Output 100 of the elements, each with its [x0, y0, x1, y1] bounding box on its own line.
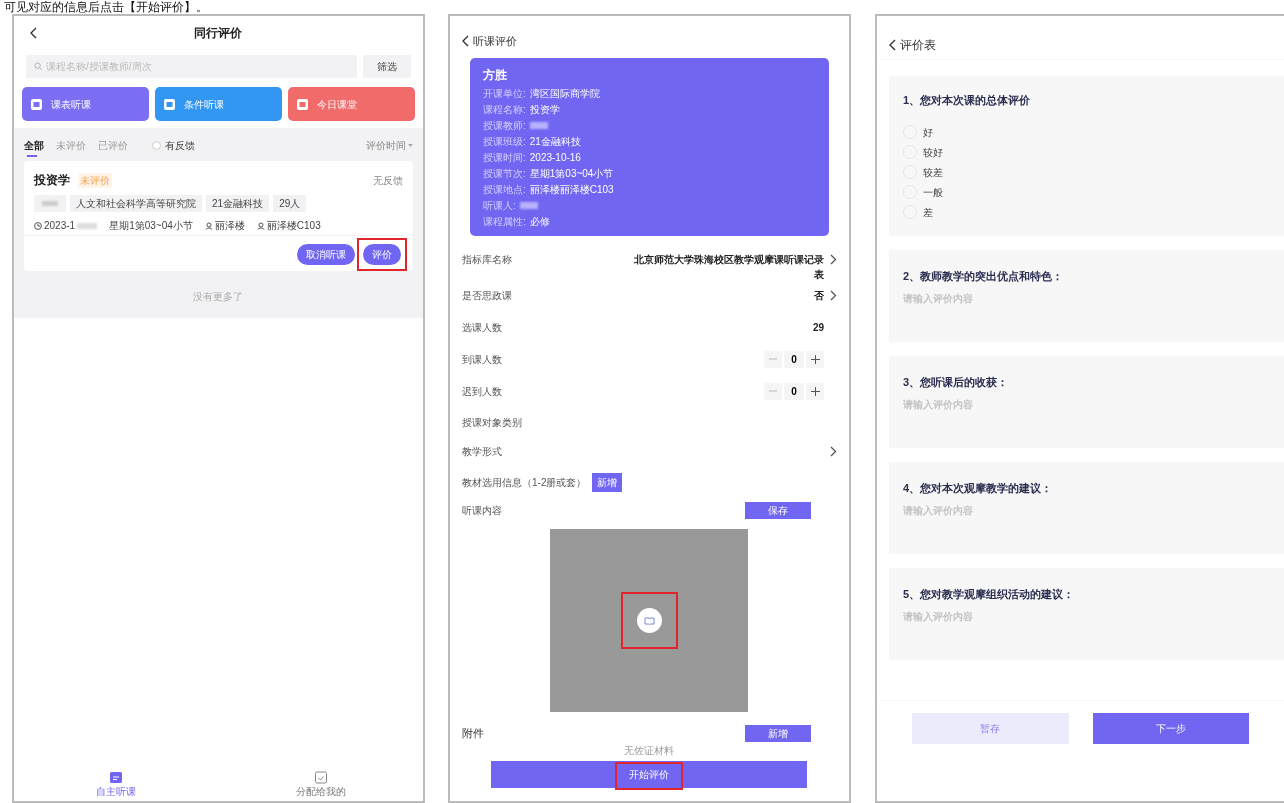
question-title: 4、您对本次观摩教学的建议： [903, 481, 1054, 496]
course-period: 星期1第03~04小节 [109, 219, 193, 233]
info-value: 湾区国际商学院 [529, 87, 600, 101]
info-value: 2023-10-16 [529, 151, 581, 165]
row-label: 教材选用信息（1-2册或套） [462, 475, 587, 490]
screen-title: 听课评价 [473, 33, 517, 49]
clipboard-icon [109, 770, 124, 784]
back-icon[interactable] [889, 38, 896, 51]
info-label: 课程名称: [483, 103, 526, 117]
info-value: 投资学 [529, 103, 560, 117]
save-button[interactable]: 保存 [745, 501, 811, 519]
screen-title: 评价表 [900, 36, 936, 54]
info-value: 必修 [529, 215, 550, 229]
no-more-text: 没有更多了 [192, 290, 245, 304]
info-label: 授课教师: [483, 119, 526, 133]
info-label: 听课人: [483, 199, 516, 213]
info-label: 授课节次: [483, 167, 526, 181]
book-icon-button[interactable] [637, 608, 662, 633]
row-label: 选课人数 [462, 321, 502, 335]
info-value: 丽泽楼丽泽楼C103 [529, 183, 614, 197]
back-icon[interactable] [462, 35, 469, 47]
course-card[interactable]: 投资学 未评价 无反馈 人文和社会科学高等研究院 21金融科技 29人 2023-1 星期1第03~04小节 丽泽楼 丽泽楼C103 取消听课 评价 [24, 161, 413, 271]
radio-option[interactable]: 较差 [903, 164, 1270, 180]
info-tag: 21金融科技 [206, 195, 270, 212]
quick-action-button[interactable]: 课表听课 [22, 87, 149, 121]
course-date: 2023-1 [44, 219, 76, 233]
row-item[interactable]: 指标库名称 北京师范大学珠海校区教学观摩课听课记录表 [450, 246, 849, 282]
save-draft-button[interactable]: 暂存 [912, 713, 1069, 744]
row-item[interactable]: 是否思政课 否 [450, 282, 849, 312]
course-title: 投资学 [34, 172, 70, 189]
info-tag: 29人 [273, 195, 307, 212]
row-value: 29 [812, 321, 824, 335]
screen-title: 同行评价 [194, 24, 243, 42]
question-title: 2、教师教学的突出优点和特色： [903, 269, 1065, 284]
info-label: 授课班级: [483, 135, 526, 149]
radio-option[interactable]: 差 [903, 204, 1270, 220]
info-label: 授课时间: [483, 151, 526, 165]
row-label: 是否思政课 [462, 289, 512, 303]
bottom-nav-tab[interactable]: 分配给我的 [218, 770, 423, 799]
info-label: 授课地点: [483, 183, 526, 197]
row-label: 教学形式 [462, 445, 502, 459]
row-label: 到课人数 [462, 352, 502, 367]
empty-text: 无佐证材料 [623, 744, 676, 758]
room-label: 丽泽楼C103 [266, 219, 321, 233]
row-label: 授课对象类别 [462, 416, 522, 430]
info-value: 星期1第03~04小节 [529, 167, 614, 181]
row-label: 听课内容 [462, 503, 502, 518]
info-tag: 人文和社会科学高等研究院 [70, 195, 202, 212]
building-label: 丽泽楼 [214, 219, 245, 233]
book-icon [644, 616, 655, 625]
plus-icon [810, 386, 820, 396]
calendar-icon [30, 97, 43, 111]
status-badge: 未评价 [78, 172, 112, 188]
quick-action-button[interactable]: 今日课堂 [288, 87, 415, 121]
person-icon [256, 221, 265, 230]
add-button[interactable]: 新增 [592, 472, 623, 492]
row-value: 北京师范大学珠海校区教学观摩课听课记录表 [634, 253, 824, 282]
radio-option[interactable]: 一般 [903, 184, 1270, 200]
info-value: 21金融科技 [529, 135, 581, 149]
bottom-nav-tab[interactable]: 自主听课 [14, 770, 219, 799]
start-evaluation-button[interactable]: 开始评价 [491, 761, 808, 788]
feedback-status: 无反馈 [373, 173, 403, 188]
plus-button[interactable] [806, 350, 824, 368]
question-title: 3、您听课后的收获： [903, 375, 1010, 390]
caret-icon [408, 143, 413, 147]
stepper-value: 0 [784, 382, 804, 400]
plus-button[interactable] [806, 382, 824, 400]
chevron-right-icon [830, 254, 837, 265]
calendar-icon [163, 97, 176, 111]
row-value: 否 [814, 289, 824, 303]
evaluate-button[interactable]: 评价 [363, 244, 401, 265]
quick-action-button[interactable]: 条件听课 [155, 87, 282, 121]
chevron-right-icon [830, 446, 837, 457]
person-icon [204, 221, 213, 230]
plus-icon [810, 354, 820, 364]
add-button[interactable]: 新增 [745, 725, 811, 742]
attachment-label: 附件 [462, 726, 484, 742]
caption-text: 可见对应的信息后点击【开始评价】。 [3, 0, 209, 14]
info-label: 课程属性: [483, 215, 526, 229]
filter-tab[interactable]: 未评价 [56, 137, 86, 153]
clock-icon [34, 221, 42, 230]
question-title: 5、您对教学观摩组织活动的建议： [903, 587, 1076, 602]
blurred-date [77, 222, 98, 229]
filter-button[interactable]: 筛选 [363, 55, 411, 78]
radio-option[interactable]: 较好 [903, 144, 1270, 160]
next-button[interactable]: 下一步 [1092, 713, 1249, 744]
teacher-name: 方胜 [483, 67, 508, 84]
back-icon[interactable] [30, 26, 37, 39]
question-title: 1、您对本次课的总体评价 [903, 93, 1032, 108]
calendar-icon [296, 97, 309, 111]
radio-option[interactable]: 好 [903, 124, 1270, 140]
cancel-button[interactable]: 取消听课 [297, 244, 355, 265]
sort-dropdown[interactable]: 评价时间 [366, 137, 413, 153]
row-item[interactable]: 教学形式 [450, 438, 849, 468]
info-label: 开课单位: [483, 87, 526, 101]
row-label: 指标库名称 [462, 253, 512, 267]
row-label: 迟到人数 [462, 384, 502, 399]
search-icon [34, 62, 43, 71]
filter-tab[interactable]: 已评价 [98, 137, 128, 153]
stepper-value: 0 [784, 350, 804, 368]
